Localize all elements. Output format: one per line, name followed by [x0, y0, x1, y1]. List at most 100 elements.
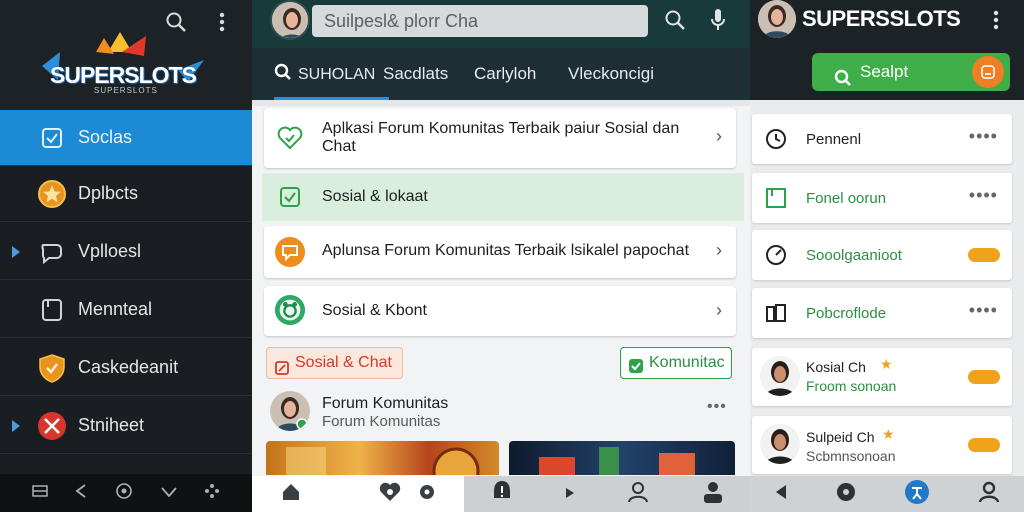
status-badge — [968, 370, 1000, 384]
chat-bubble-icon — [274, 236, 306, 268]
sidebar-item-mennteal[interactable]: Mennteal — [0, 282, 252, 338]
search-icon[interactable] — [664, 9, 686, 36]
list-item[interactable]: Pennenl •••• — [752, 114, 1012, 164]
sidebar-item-vplloesl[interactable]: Vplloesl — [0, 224, 252, 280]
check-icon — [628, 355, 644, 378]
komunitas-chip[interactable]: Komunitac — [620, 347, 732, 379]
list-item-title: Sosial & lokaat — [322, 188, 428, 205]
game-thumbnail[interactable] — [266, 441, 499, 475]
tab-bar: SUHOLAN Sacdlats Carlyloh Vleckoncigi — [252, 48, 750, 100]
post-title: Forum Komunitas — [322, 395, 449, 412]
list-item[interactable]: Fonel oorun •••• — [752, 173, 1012, 223]
chevron-right-icon: › — [716, 126, 722, 146]
back-icon[interactable] — [774, 484, 788, 505]
list-item-title: Sosial & Kbont — [322, 302, 427, 319]
list-item[interactable]: Pobcroflode •••• — [752, 288, 1012, 338]
tab-sacdlats[interactable]: Sacdlats — [383, 48, 448, 100]
left-sidebar: SUPERSLOTS SUPERSLOTS Soclas Dplbcts Vpl… — [0, 0, 252, 512]
game-thumbnail[interactable] — [509, 441, 735, 475]
avatar[interactable] — [758, 0, 796, 38]
list-item[interactable]: Sooolgaanioot — [752, 230, 1012, 280]
post-subtitle: Forum Komunitas — [322, 413, 441, 430]
list-item[interactable]: Aplunsa Forum Komunitas Terbaik lsikalel… — [264, 226, 736, 278]
more-icon[interactable]: •••• — [969, 185, 998, 206]
more-icon[interactable]: •••• — [969, 300, 998, 321]
tab-suholan[interactable]: SUHOLAN — [274, 48, 390, 100]
sosial-chat-chip[interactable]: Sosial & Chat — [266, 347, 403, 379]
sidebar-item-soclas[interactable]: Soclas — [0, 110, 252, 166]
notification-icon[interactable] — [972, 56, 1004, 88]
person-item[interactable]: Sulpeid Ch ★ Scbmnsonoan — [752, 416, 1012, 474]
divider — [252, 100, 750, 106]
list-item[interactable]: Aplkasi Forum Komunitas Terbaik paiur So… — [264, 108, 736, 168]
back-icon[interactable] — [75, 483, 87, 503]
system-navigation-bar — [0, 474, 252, 512]
star-badge-icon — [37, 179, 67, 209]
search-input[interactable]: Suilpesl& plorr Cha — [312, 5, 648, 37]
avatar[interactable] — [270, 0, 310, 40]
record-icon[interactable] — [419, 484, 435, 505]
sidebar-item-label: Mennteal — [78, 299, 153, 319]
chat-bubble-icon — [37, 237, 67, 267]
chip-label: Komunitac — [649, 354, 725, 371]
crossed-swords-icon — [37, 411, 67, 441]
main-panel: Suilpesl& plorr Cha SUHOLAN Sacdlats Car… — [252, 0, 750, 512]
menu-icon[interactable] — [32, 484, 48, 502]
status-badge — [968, 438, 1000, 452]
shield-icon — [37, 353, 67, 383]
gamepad-icon[interactable] — [204, 483, 220, 504]
sidebar-item-caskedeanit[interactable]: Caskedeanit — [0, 340, 252, 396]
star-icon: ★ — [880, 356, 893, 372]
person-name: Kosial Ch — [806, 359, 866, 375]
edit-icon — [275, 356, 289, 386]
home-icon[interactable] — [281, 482, 301, 507]
more-vertical-icon[interactable] — [210, 10, 234, 34]
group-icon — [274, 294, 306, 326]
person-subtitle: Froom sonoan — [806, 378, 897, 394]
document-icon — [37, 295, 67, 325]
search-bar: Suilpesl& plorr Cha — [252, 0, 750, 48]
alert-icon[interactable] — [491, 480, 513, 509]
list-item-title: Aplunsa Forum Komunitas Terbaik lsikalel… — [322, 242, 690, 259]
home-icon[interactable] — [115, 482, 133, 505]
search-button[interactable]: Sealpt — [812, 53, 1010, 91]
bottom-navigation — [252, 476, 750, 512]
expand-arrow-icon[interactable] — [12, 245, 22, 259]
avatar — [760, 356, 800, 396]
microphone-icon[interactable] — [710, 8, 726, 37]
brand-name: SUPERSSLOTS — [802, 6, 961, 31]
heart-icon[interactable] — [379, 482, 401, 507]
chevron-down-icon[interactable] — [160, 484, 177, 502]
profile-icon[interactable] — [627, 481, 649, 508]
person-subtitle: Scbmnsonoan — [806, 448, 896, 464]
post-menu-icon[interactable]: ••• — [707, 398, 727, 416]
expand-arrow-icon[interactable] — [12, 419, 22, 433]
checkbox-icon — [274, 181, 306, 213]
star-icon: ★ — [882, 426, 895, 442]
more-icon[interactable]: •••• — [969, 126, 998, 147]
sidebar-header: SUPERSLOTS SUPERSLOTS — [0, 0, 252, 110]
sidebar-item-stniheet[interactable]: Stniheet — [0, 398, 252, 454]
brand-tagline: SUPERSLOTS — [94, 86, 158, 95]
sidebar-item-label: Stniheet — [78, 415, 145, 435]
more-vertical-icon[interactable] — [993, 10, 999, 35]
account-icon[interactable] — [702, 481, 724, 508]
play-icon[interactable] — [565, 485, 574, 503]
brand-name: SUPERSLOTS — [50, 62, 197, 88]
record-icon[interactable] — [836, 482, 856, 507]
chip-label: Sosial & Chat — [295, 354, 392, 371]
sidebar-item-dplbcts[interactable]: Dplbcts — [0, 166, 252, 222]
bottom-navigation — [750, 476, 1024, 512]
tab-vleckoncigi[interactable]: Vleckoncigi — [568, 48, 654, 100]
heart-check-icon — [274, 122, 306, 154]
person-item[interactable]: Kosial Ch ★ Froom sonoan — [752, 348, 1012, 406]
tab-carlyloh[interactable]: Carlyloh — [474, 48, 536, 100]
list-item[interactable]: Sosial & Kbont › — [264, 286, 736, 336]
search-button-label: Sealpt — [860, 62, 909, 81]
accessibility-icon[interactable] — [904, 479, 930, 510]
list-item-selected[interactable]: Sosial & lokaat — [262, 173, 744, 221]
clock-icon — [764, 127, 788, 151]
superslots-logo: SUPERSLOTS SUPERSLOTS — [38, 30, 208, 98]
post-avatar[interactable] — [270, 391, 310, 431]
profile-icon[interactable] — [978, 481, 1000, 508]
